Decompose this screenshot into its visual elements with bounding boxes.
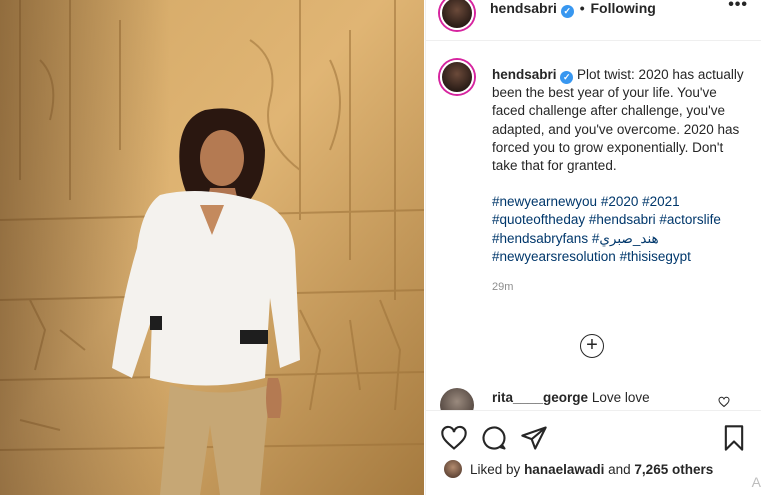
heart-icon[interactable] xyxy=(440,424,468,452)
caption-username[interactable]: hendsabri xyxy=(492,67,557,82)
partial-scroll-indicator: A xyxy=(751,474,761,490)
comment-icon[interactable] xyxy=(480,424,508,452)
commenter-username[interactable]: rita____george xyxy=(492,390,588,405)
following-button[interactable]: Following xyxy=(590,0,655,16)
comment-text-line: rita____george Love love xyxy=(492,390,650,405)
bookmark-icon[interactable] xyxy=(720,424,748,452)
caption-text-block: hendsabri ✓ Plot twist: 2020 has actuall… xyxy=(492,66,748,296)
commenter-avatar[interactable] xyxy=(440,388,474,410)
author-line: hendsabri ✓ • Following xyxy=(490,0,656,18)
comment-body: Love love xyxy=(591,390,650,405)
comment-like-heart-icon[interactable] xyxy=(718,396,730,408)
comment-row: rita____george Love love xyxy=(440,386,750,410)
likes-and: and xyxy=(608,462,631,477)
caption-avatar[interactable] xyxy=(440,60,474,94)
more-options-icon[interactable]: ••• xyxy=(728,0,748,14)
liked-by-prefix: Liked by xyxy=(470,462,521,477)
load-more-comments-icon[interactable]: + xyxy=(580,334,604,358)
action-bar xyxy=(426,420,761,454)
share-icon[interactable] xyxy=(520,424,548,452)
header-divider xyxy=(426,40,761,41)
caption-body: Plot twist: 2020 has actually been the b… xyxy=(492,67,744,174)
liker-username[interactable]: hanaelawadi xyxy=(524,462,604,477)
separator-dot: • xyxy=(579,0,585,16)
verified-badge-icon: ✓ xyxy=(560,5,574,18)
post-header: hendsabri ✓ • Following ••• xyxy=(426,0,761,30)
likes-count[interactable]: 7,265 others xyxy=(634,462,713,477)
liker-avatar[interactable] xyxy=(444,460,462,478)
author-username[interactable]: hendsabri xyxy=(490,0,557,16)
likes-text: Liked by hanaelawadi and 7,265 others xyxy=(470,462,713,477)
photo-illustration xyxy=(0,0,424,495)
post-details-panel: hendsabri ✓ • Following ••• hendsabri ✓ … xyxy=(425,0,761,495)
author-avatar[interactable] xyxy=(440,0,474,30)
actions-divider xyxy=(426,410,761,411)
caption-verified-badge-icon: ✓ xyxy=(560,71,574,84)
hashtags[interactable]: #newyearnewyou #2020 #2021 #quoteoftheda… xyxy=(492,193,748,266)
post-timestamp[interactable]: 29m xyxy=(492,278,748,296)
post-photo[interactable] xyxy=(0,0,424,495)
